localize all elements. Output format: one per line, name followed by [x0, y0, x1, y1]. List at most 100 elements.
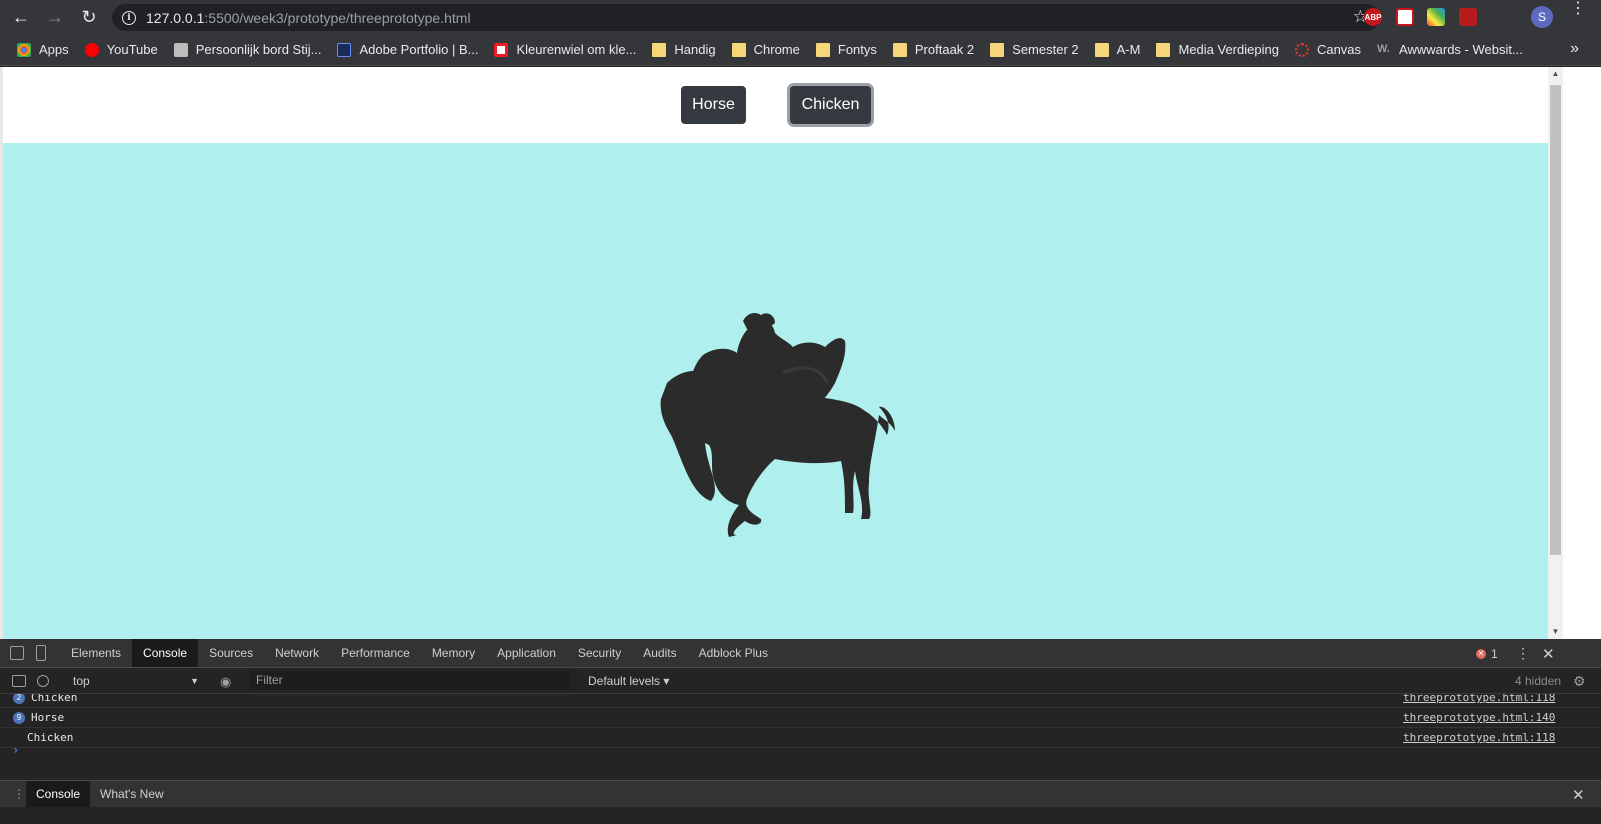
site-info-icon[interactable]: i	[122, 10, 136, 25]
folder-icon	[815, 42, 830, 57]
live-expression-eye-icon[interactable]: ◉	[220, 674, 231, 690]
tab-memory[interactable]: Memory	[421, 639, 486, 667]
console-settings-gear-icon[interactable]: ⚙	[1573, 673, 1586, 690]
bookmark-youtube[interactable]: YouTube	[84, 42, 158, 57]
scroll-down-icon[interactable]: ▼	[1551, 627, 1560, 636]
color-extension-icon[interactable]	[1427, 8, 1445, 26]
bookmark-folder-handig[interactable]: Handig	[652, 42, 716, 57]
folder-icon	[1156, 42, 1171, 57]
page-scrollbar[interactable]: ▲ ▼	[1548, 67, 1563, 639]
forward-arrow-icon[interactable]: →	[42, 4, 68, 30]
console-row: 9 Horse threeprototype.html:140	[0, 708, 1601, 728]
side-panel-edge	[1563, 67, 1601, 639]
bookmark-folder-chrome[interactable]: Chrome	[731, 42, 800, 57]
reload-icon[interactable]: ↻	[76, 4, 102, 30]
bookmark-apps[interactable]: Apps	[17, 42, 69, 57]
dropdown-arrow-icon: ▼	[190, 676, 199, 686]
repeat-count-badge: 9	[13, 712, 25, 724]
error-counter[interactable]: ✕ 1	[1476, 639, 1498, 668]
button-bar: Horse Chicken	[3, 67, 1548, 143]
tab-sources[interactable]: Sources	[198, 639, 264, 667]
chicken-button[interactable]: Chicken	[790, 86, 871, 124]
console-filterbar: top ▼ ◉ Filter Default levels ▾ 4 hidden …	[0, 668, 1601, 694]
bookmark-folder-proftaak[interactable]: Proftaak 2	[892, 42, 974, 57]
horse-button[interactable]: Horse	[681, 86, 746, 124]
tab-network[interactable]: Network	[264, 639, 330, 667]
console-row: 2 Chicken threeprototype.html:118	[0, 694, 1601, 708]
bookmarks-overflow-icon[interactable]: »	[1570, 40, 1579, 58]
devtools-panel: Elements Console Sources Network Perform…	[0, 639, 1601, 824]
drawer-tab-whats-new[interactable]: What's New	[90, 781, 174, 807]
console-row: Chicken threeprototype.html:118	[0, 728, 1601, 748]
clear-console-icon[interactable]	[37, 674, 49, 687]
bookmark-folder-media[interactable]: Media Verdieping	[1156, 42, 1279, 57]
tab-adblock-plus[interactable]: Adblock Plus	[688, 639, 779, 667]
3d-model-render	[660, 313, 895, 537]
console-message: Chicken	[31, 694, 78, 704]
youtube-icon	[84, 42, 99, 57]
bookmark-trello[interactable]: Persoonlijk bord Stij...	[173, 42, 321, 57]
bookmark-adobe-portfolio[interactable]: Adobe Portfolio | B...	[337, 42, 478, 57]
address-bar[interactable]: i 127.0.0.1:5500/week3/prototype/threepr…	[112, 4, 1380, 31]
devtools-tabbar: Elements Console Sources Network Perform…	[0, 639, 1601, 668]
awwwards-icon: W.	[1377, 42, 1390, 55]
tab-audits[interactable]: Audits	[632, 639, 687, 667]
bookmark-folder-am[interactable]: A-M	[1094, 42, 1140, 57]
url-host: 127.0.0.1	[146, 9, 205, 26]
devtools-menu-icon[interactable]: ⋮	[1516, 639, 1530, 668]
drawer-menu-icon[interactable]: ⋮	[12, 787, 26, 801]
drawer-close-icon[interactable]: ✕	[1572, 786, 1585, 804]
three-canvas[interactable]	[3, 143, 1548, 639]
pdf-extension-icon[interactable]	[1459, 8, 1477, 26]
bookmark-canvas[interactable]: Canvas	[1294, 42, 1361, 57]
tab-elements[interactable]: Elements	[60, 639, 132, 667]
page-viewport: Horse Chicken	[3, 67, 1548, 639]
folder-icon	[652, 42, 667, 57]
folder-icon	[892, 42, 907, 57]
source-link[interactable]: threeprototype.html:118	[1403, 694, 1555, 704]
profile-avatar[interactable]: S	[1531, 6, 1553, 28]
tab-performance[interactable]: Performance	[330, 639, 421, 667]
scroll-thumb[interactable]	[1550, 85, 1561, 555]
tab-console[interactable]: Console	[132, 639, 199, 667]
repeat-count-badge: 2	[13, 694, 25, 704]
browser-menu-icon[interactable]: ⋮	[1570, 1, 1586, 17]
hidden-messages-count: 4 hidden	[1515, 674, 1562, 688]
source-link[interactable]: threeprototype.html:118	[1403, 731, 1555, 744]
console-message: Chicken	[27, 731, 74, 744]
console-prompt-icon[interactable]: ›	[12, 743, 19, 757]
bookmark-awwwards[interactable]: W. Awwwards - Websit...	[1377, 42, 1523, 57]
back-arrow-icon[interactable]: ←	[8, 4, 34, 30]
url-path: :5500/week3/prototype/threeprototype.htm…	[204, 9, 471, 26]
bookmark-folder-semester[interactable]: Semester 2	[990, 42, 1079, 57]
sidebar-toggle-icon[interactable]	[12, 674, 26, 687]
browser-toolbar: ← → ↻ i 127.0.0.1:5500/week3/prototype/t…	[0, 0, 1601, 34]
folder-icon	[990, 42, 1005, 57]
trello-icon	[173, 42, 188, 57]
scroll-up-icon[interactable]: ▲	[1551, 69, 1560, 78]
devtools-close-icon[interactable]: ✕	[1542, 639, 1555, 668]
inspect-element-icon[interactable]	[10, 646, 24, 660]
device-toolbar-icon[interactable]	[36, 645, 46, 661]
bookmarks-bar: Apps YouTube Persoonlijk bord Stij... Ad…	[0, 34, 1601, 66]
adblock-plus-icon[interactable]: ABP	[1364, 8, 1382, 26]
drawer-tab-console[interactable]: Console	[26, 781, 91, 807]
bookmark-folder-fontys[interactable]: Fontys	[815, 42, 877, 57]
folder-icon	[1094, 42, 1109, 57]
canvas-icon	[1294, 42, 1309, 57]
devtools-drawer: ⋮ Console What's New ✕	[0, 780, 1601, 807]
context-selector[interactable]: top ▼	[65, 671, 205, 691]
folder-icon	[731, 42, 746, 57]
console-message: Horse	[31, 711, 65, 724]
filter-input[interactable]: Filter	[250, 671, 570, 690]
url-text[interactable]: 127.0.0.1:5500/week3/prototype/threeprot…	[146, 10, 471, 26]
tab-application[interactable]: Application	[486, 639, 567, 667]
adobe-portfolio-icon	[337, 42, 352, 57]
log-levels-dropdown[interactable]: Default levels ▾	[588, 668, 669, 694]
apps-grid-icon	[17, 42, 31, 57]
bookmark-kleurenwiel[interactable]: Kleurenwiel om kle...	[494, 42, 636, 57]
source-link[interactable]: threeprototype.html:140	[1403, 711, 1555, 724]
tab-security[interactable]: Security	[567, 639, 632, 667]
extension-icon[interactable]	[1396, 8, 1414, 26]
dropdown-arrow-icon: ▾	[663, 674, 670, 688]
